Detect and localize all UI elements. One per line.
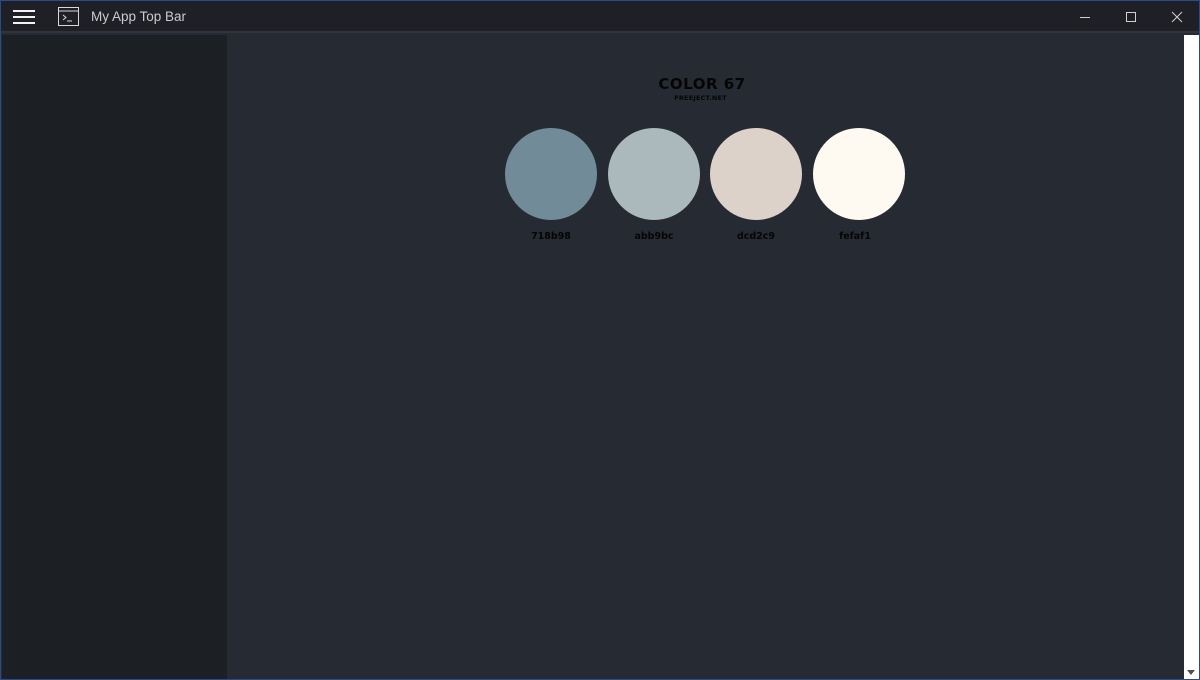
maximize-button[interactable] bbox=[1108, 1, 1154, 33]
main-content bbox=[227, 35, 1184, 679]
title-bar: My App Top Bar bbox=[1, 1, 1199, 33]
color-swatch-3 bbox=[710, 128, 802, 220]
color-code-1: 718b98 bbox=[531, 231, 571, 242]
scroll-down-arrow-icon[interactable] bbox=[1187, 670, 1195, 675]
palette-subtitle: FREEJECT.NET bbox=[674, 94, 727, 102]
app-window: My App Top Bar COLOR 67 FREEJECT.NET 718… bbox=[0, 0, 1200, 680]
sidebar bbox=[2, 35, 227, 679]
close-icon bbox=[1171, 11, 1183, 23]
color-swatch-2 bbox=[608, 128, 700, 220]
terminal-window-icon bbox=[58, 7, 79, 26]
close-button[interactable] bbox=[1154, 1, 1200, 33]
color-code-3: dcd2c9 bbox=[736, 231, 776, 242]
window-title: My App Top Bar bbox=[91, 9, 187, 24]
color-swatch-4 bbox=[813, 128, 905, 220]
vertical-scrollbar[interactable] bbox=[1184, 35, 1199, 679]
color-code-2: abb9bc bbox=[634, 231, 674, 242]
hamburger-menu-icon[interactable] bbox=[13, 8, 37, 26]
minimize-button[interactable] bbox=[1062, 1, 1108, 33]
minimize-icon bbox=[1080, 17, 1090, 18]
maximize-icon bbox=[1126, 12, 1136, 22]
palette-title: COLOR 67 bbox=[658, 75, 746, 93]
color-code-4: fefaf1 bbox=[839, 231, 871, 242]
color-swatch-1 bbox=[505, 128, 597, 220]
